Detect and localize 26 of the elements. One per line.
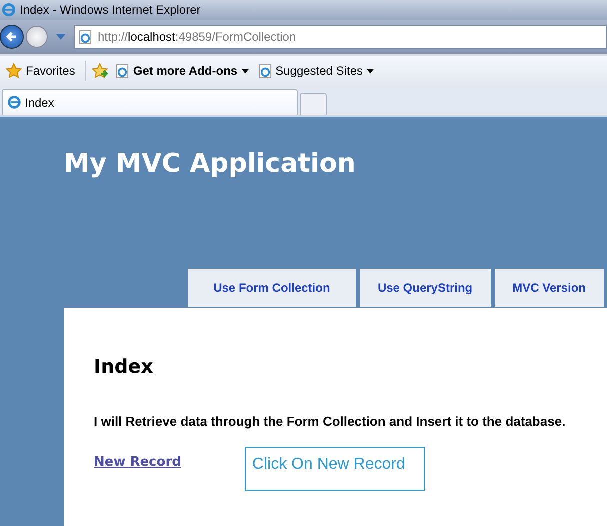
dropdown-arrow-icon[interactable]: [56, 34, 66, 40]
menu-tab[interactable]: Use Form Collection: [188, 269, 356, 307]
add-favorite-icon[interactable]: [92, 63, 108, 79]
caret-icon: [367, 68, 374, 74]
favorites-bar-item[interactable]: Suggested Sites: [256, 64, 376, 78]
menu-tab[interactable]: Use QueryString: [360, 269, 491, 307]
page-icon: [116, 64, 130, 78]
page-icon: [7, 95, 22, 110]
browser-tab[interactable]: Index: [2, 89, 298, 115]
page-heading: Index: [94, 356, 154, 378]
favorites-bar-item[interactable]: Get more Add-ons: [114, 64, 251, 78]
callout-box: Click On New Record: [245, 447, 426, 491]
page-icon: [79, 30, 92, 44]
site-title: My MVC Application: [64, 149, 357, 181]
new-record-link[interactable]: New Record: [94, 455, 182, 470]
star-icon: [6, 63, 22, 79]
browser-logo-icon: [2, 3, 16, 17]
address-field[interactable]: http://localhost:49859/FormCollection: [74, 25, 607, 49]
new-tab-button[interactable]: [300, 93, 327, 115]
menu-tab[interactable]: MVC Version: [494, 269, 604, 307]
description-text: I will Retrieve data through the Form Collection and Insert it to the database.: [94, 414, 567, 429]
caret-icon: [242, 68, 249, 74]
back-button[interactable]: [0, 25, 24, 49]
page-icon: [258, 64, 272, 78]
favorites-button[interactable]: Favorites: [2, 63, 80, 79]
window-title: Index - Windows Internet Explorer: [20, 3, 201, 17]
